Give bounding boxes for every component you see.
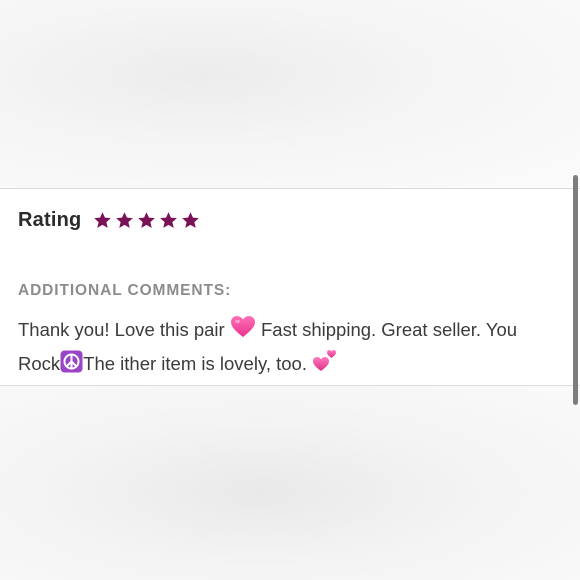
star-rating xyxy=(93,211,200,230)
blurred-background-bottom xyxy=(0,386,580,580)
comment-text: Thank you! Love this pair Fast shipping.… xyxy=(18,315,563,381)
star-icon xyxy=(93,211,112,230)
peace-symbol-icon xyxy=(60,350,83,381)
review-card: Rating ADDITIONAL COMMENTS: Thank you! L… xyxy=(0,188,580,386)
scrollbar[interactable] xyxy=(573,175,578,405)
star-icon xyxy=(159,211,178,230)
star-icon xyxy=(115,211,134,230)
star-icon xyxy=(137,211,156,230)
screenshot-page: Rating ADDITIONAL COMMENTS: Thank you! L… xyxy=(0,0,580,580)
pink-heart-icon xyxy=(230,315,256,347)
blurred-background-top xyxy=(0,0,580,188)
two-hearts-icon xyxy=(312,347,338,381)
comment-part-3: The ither item is lovely, too. xyxy=(83,353,313,374)
comments-heading: ADDITIONAL COMMENTS: xyxy=(18,282,232,299)
comment-part-1: Thank you! Love this pair xyxy=(18,319,230,340)
rating-row: Rating xyxy=(18,209,200,232)
rating-label: Rating xyxy=(18,209,82,231)
star-icon xyxy=(181,211,200,230)
